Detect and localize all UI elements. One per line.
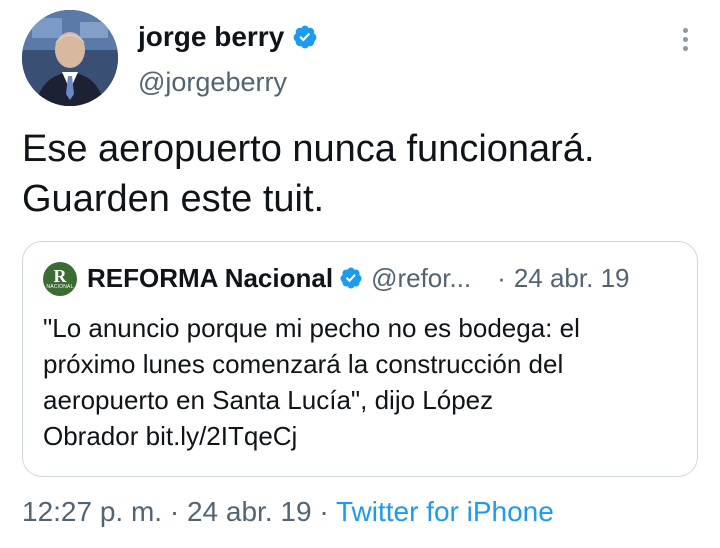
quoted-tweet-text: "Lo anuncio porque mi pecho no es bodega…	[43, 310, 683, 454]
tweet-text-line: Guarden este tuit.	[22, 178, 325, 220]
quoted-text-line: aeropuerto en Santa Lucía", dijo López	[43, 385, 494, 415]
more-dot	[682, 45, 688, 51]
verified-badge-icon	[293, 25, 317, 49]
author-display-name[interactable]: jorge berry	[138, 20, 284, 54]
metadata-separator: ·	[319, 496, 329, 527]
quoted-account-name[interactable]: REFORMA Nacional	[87, 260, 333, 296]
tweet-time[interactable]: 12:27 p. m.	[22, 496, 162, 527]
more-options-icon[interactable]	[670, 24, 700, 54]
metadata-separator: ·	[169, 496, 180, 527]
reforma-logo-subtext: NACIONAL	[46, 284, 74, 290]
tweet-text: Ese aeropuerto nunca funcionará. Guarden…	[22, 124, 702, 224]
quoted-account-handle[interactable]: @refor...	[371, 260, 471, 296]
reforma-logo-letter: R	[53, 266, 67, 286]
author-name-row[interactable]: jorge berry	[138, 20, 318, 54]
tweet-text-line: Ese aeropuerto nunca funcionará.	[22, 128, 595, 170]
author-handle[interactable]: @jorgeberry	[138, 66, 287, 98]
tweet-metadata: 12:27 p. m. · 24 abr. 19 · Twitter for i…	[22, 494, 554, 530]
more-dot	[682, 36, 688, 42]
quoted-text-line: "Lo anuncio porque mi pecho no es bodega…	[43, 313, 580, 343]
quoted-header-separator: ·	[497, 263, 506, 293]
quoted-account-avatar[interactable]: R NACIONAL	[43, 262, 77, 296]
source-app-link[interactable]: Twitter for iPhone	[336, 496, 554, 527]
quoted-tweet-card[interactable]: R NACIONAL REFORMA Nacional @refor... · …	[22, 241, 698, 477]
verified-badge-icon	[340, 267, 362, 289]
quoted-tweet-date[interactable]: 24 abr. 19	[514, 260, 630, 296]
quoted-text-line: próximo lunes comenzará la construcción …	[43, 349, 564, 379]
tweet-date[interactable]: 24 abr. 19	[187, 496, 312, 527]
quoted-tweet-header: REFORMA Nacional @refor... · 24 abr. 19	[87, 260, 629, 296]
author-avatar[interactable]	[22, 10, 118, 106]
avatar-photo	[22, 10, 118, 106]
more-dot	[682, 27, 688, 33]
quoted-text-line: Obrador bit.ly/2ITqeCj	[43, 421, 298, 451]
